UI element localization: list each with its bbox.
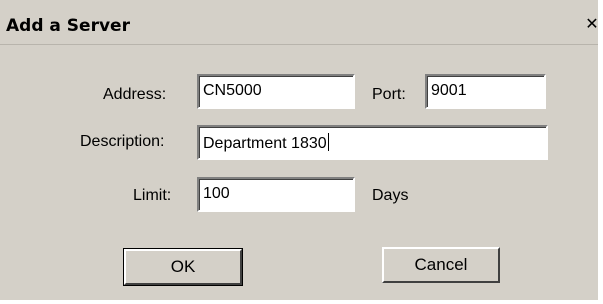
address-value: CN5000: [203, 82, 262, 99]
description-label: Description:: [80, 133, 165, 150]
cancel-button[interactable]: Cancel: [382, 247, 500, 283]
text-cursor: [327, 133, 329, 151]
dialog-title: Add a Server: [6, 16, 130, 36]
address-label: Address:: [103, 86, 167, 103]
port-input[interactable]: 9001: [425, 74, 546, 109]
description-input[interactable]: Department 1830: [197, 125, 548, 160]
limit-label: Limit:: [133, 187, 172, 204]
port-value: 9001: [431, 82, 467, 99]
title-separator: [0, 44, 598, 45]
port-label: Port:: [372, 86, 406, 103]
limit-value: 100: [203, 185, 230, 202]
limit-unit-label: Days: [372, 187, 409, 204]
close-icon[interactable]: ✕: [584, 16, 600, 34]
limit-input[interactable]: 100: [197, 177, 355, 212]
ok-button[interactable]: OK: [123, 248, 243, 286]
address-input[interactable]: CN5000: [197, 74, 355, 109]
add-server-dialog: Add a Server ✕ Address: CN5000 Port: 900…: [0, 0, 600, 300]
description-value: Department 1830: [203, 135, 327, 152]
title-bar[interactable]: Add a Server ✕: [0, 0, 600, 44]
